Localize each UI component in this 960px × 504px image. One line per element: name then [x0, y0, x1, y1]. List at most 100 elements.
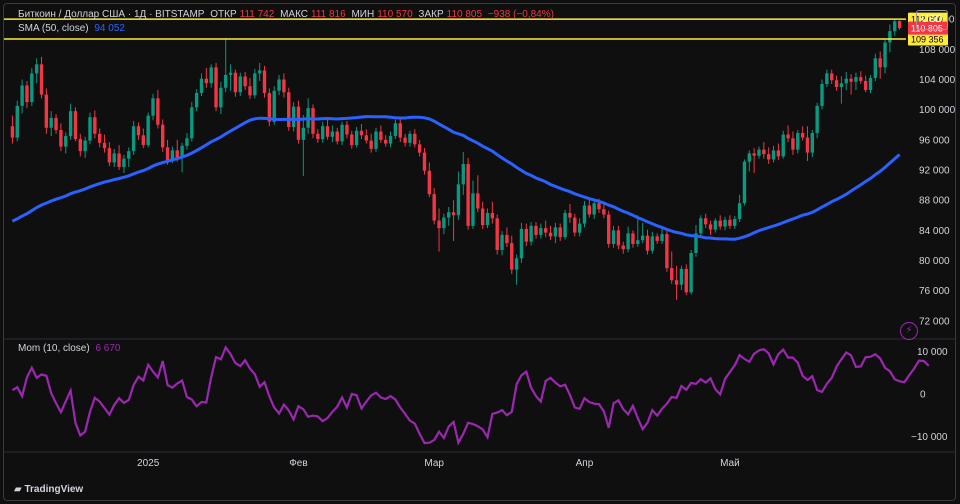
candle-body	[854, 77, 858, 82]
candle-body	[325, 126, 330, 137]
candle	[863, 75, 868, 93]
candle-body	[674, 280, 679, 285]
candle	[849, 74, 853, 95]
candle-body	[30, 73, 34, 103]
candle	[39, 56, 44, 99]
candle	[631, 230, 635, 248]
candle	[199, 73, 204, 97]
candle	[127, 147, 131, 167]
lightning-icon[interactable]: ⚡	[900, 322, 918, 340]
candle-body	[83, 140, 87, 152]
candle-body	[573, 217, 577, 233]
candle-body	[117, 153, 121, 167]
currency-button[interactable]: USD	[916, 10, 948, 30]
candle-body	[311, 108, 315, 134]
candle	[510, 235, 514, 275]
momentum-pane	[11, 345, 930, 446]
candle-body	[345, 124, 349, 135]
mom-legend[interactable]: Mom (10, close) 6 670	[18, 343, 124, 354]
y-tick-label: 88 000	[919, 196, 950, 207]
candle	[893, 19, 897, 36]
symbol-name[interactable]: Биткоин / Доллар США · 1Д · BITSTAMP	[18, 9, 204, 20]
candle	[107, 142, 112, 167]
sma-value: 94 052	[94, 23, 125, 34]
candle-body	[529, 225, 533, 242]
candle-body	[330, 131, 335, 137]
candle	[83, 136, 87, 158]
y-tick-label: 100 000	[919, 105, 955, 116]
candle-body	[359, 130, 364, 136]
candle-body	[156, 98, 160, 125]
sma-legend[interactable]: SMA (50, close) 94 052	[18, 23, 128, 34]
candle	[708, 220, 713, 235]
candle-body	[621, 245, 625, 250]
candle-body	[733, 219, 737, 226]
chart-canvas[interactable]: 112 000108 000104 000100 00096 00092 000…	[4, 4, 955, 500]
candle-body	[127, 151, 131, 159]
candle-body	[25, 85, 29, 103]
candle-body	[209, 67, 213, 84]
candle-body	[543, 228, 548, 233]
candle-body	[422, 152, 427, 171]
price-axis[interactable]: 112 000108 000104 000100 00096 00092 000…	[908, 12, 955, 443]
candle	[505, 227, 509, 247]
candle	[766, 147, 771, 164]
candle-body	[146, 115, 150, 146]
candle	[844, 71, 848, 91]
candle-body	[393, 123, 398, 137]
candle	[117, 145, 121, 170]
candle-body	[587, 205, 592, 215]
candle	[655, 233, 659, 244]
candle	[781, 130, 785, 159]
candle	[277, 74, 281, 96]
candle-body	[480, 208, 485, 226]
candle-body	[568, 213, 572, 218]
time-axis[interactable]: 2025 Фев Мар Апр Май	[137, 458, 740, 469]
candle	[723, 216, 727, 231]
candle-body	[136, 126, 141, 136]
sma-line[interactable]	[11, 115, 901, 241]
candle-body	[466, 163, 470, 226]
candle-body	[451, 212, 456, 216]
low-label: МИН	[351, 9, 375, 20]
candle	[408, 130, 412, 147]
candle-body	[703, 218, 708, 225]
candle	[519, 222, 524, 263]
candle	[432, 188, 436, 225]
candle	[228, 64, 233, 91]
tradingview-logo[interactable]: ▰ TradingView	[14, 484, 83, 495]
candle	[679, 265, 684, 290]
candle-body	[161, 124, 165, 148]
candle	[68, 103, 73, 140]
x-tick-label: 2025	[137, 458, 160, 469]
candle-body	[49, 117, 53, 128]
candle-body	[228, 72, 233, 75]
candle	[529, 222, 533, 246]
candle-body	[752, 153, 756, 156]
candle	[141, 128, 146, 149]
candle-body	[190, 107, 194, 139]
candle	[267, 88, 272, 127]
sma-series	[11, 115, 901, 241]
candle	[131, 120, 136, 155]
momentum-line[interactable]	[11, 345, 930, 446]
candle	[737, 194, 742, 223]
candle-body	[670, 268, 674, 281]
candle-body	[122, 158, 126, 167]
candle-body	[54, 117, 58, 131]
candle	[728, 215, 732, 229]
candle-body	[408, 133, 412, 143]
candle-body	[224, 74, 228, 88]
candle	[703, 213, 708, 229]
horizontal-levels[interactable]	[4, 18, 906, 40]
candle-body	[257, 70, 262, 74]
brand-name: TradingView	[24, 484, 84, 495]
candle-body	[830, 73, 834, 81]
candle-body	[476, 193, 480, 209]
candle-body	[514, 258, 519, 270]
candle-body	[39, 64, 44, 95]
candle	[325, 119, 330, 140]
candle	[54, 114, 58, 134]
candle-body	[185, 138, 189, 146]
candle-body	[645, 235, 650, 251]
